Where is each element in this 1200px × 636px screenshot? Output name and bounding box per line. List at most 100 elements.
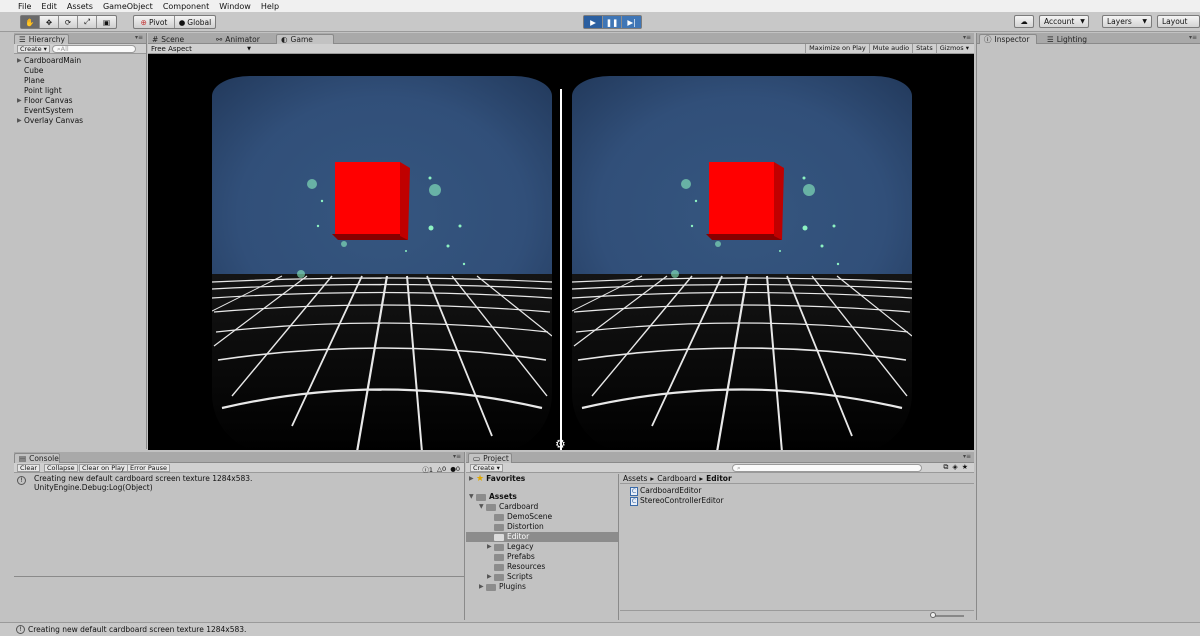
folder-item-plugins[interactable]: ▶ Plugins [466,582,618,592]
favorites-folder[interactable]: ▶ ★ Favorites [466,474,618,484]
folder-item-legacy[interactable]: ▶ Legacy [466,542,618,552]
mute-audio-toggle[interactable]: Mute audio [868,44,912,53]
tab-game[interactable]: ◐ Game [276,34,334,44]
chevron-down-icon: ▼ [247,45,251,52]
menu-bar: File Edit Assets GameObject Component Wi… [0,0,1200,12]
panel-menu-icon[interactable]: ▾≡ [963,453,971,460]
pacman-icon: ◐ [281,35,288,44]
tab-console[interactable]: ▤ Console [14,453,60,463]
expand-arrow-icon[interactable]: ▶ [487,572,492,582]
expand-arrow-icon[interactable]: ▶ [469,474,474,484]
menu-component[interactable]: Component [163,2,209,11]
cloud-button[interactable]: ☁ [1014,15,1034,28]
icon-size-slider[interactable] [934,615,964,617]
clear-button[interactable]: Clear [17,464,40,472]
create-button[interactable]: Create ▾ [470,464,503,472]
menu-file[interactable]: File [18,2,31,11]
rect-tool-icon[interactable]: ▣ [97,16,116,28]
scale-tool-icon[interactable]: ⤢ [78,16,97,28]
hand-tool-icon[interactable]: ✋ [21,16,40,28]
panel-menu-icon[interactable]: ▾≡ [453,453,461,460]
folder-item-prefabs[interactable]: Prefabs [466,552,618,562]
folder-item-demoscene[interactable]: DemoScene [466,512,618,522]
expand-arrow-icon[interactable]: ▶ [479,582,484,592]
folder-item-resources[interactable]: Resources [466,562,618,572]
file-label: StereoControllerEditor [640,496,724,505]
warning-count-toggle[interactable]: △0 [437,465,446,473]
menu-window[interactable]: Window [219,2,251,11]
favorite-star-icon[interactable]: ★ [962,463,968,472]
menu-gameobject[interactable]: GameObject [103,2,153,11]
folder-item-distortion[interactable]: Distortion [466,522,618,532]
hierarchy-item-overlay-canvas[interactable]: ▶ Overlay Canvas [14,116,146,126]
rotate-tool-icon[interactable]: ⟳ [59,16,78,28]
hierarchy-item-floor-canvas[interactable]: ▶ Floor Canvas [14,96,146,106]
global-button[interactable]: ● Global [175,16,215,28]
hierarchy-item-label: Overlay Canvas [24,116,84,125]
slider-handle[interactable] [930,612,936,618]
tab-project[interactable]: ▭ Project [468,453,512,463]
tab-hierarchy[interactable]: ☰ Hierarchy [14,34,69,44]
aspect-dropdown[interactable]: Free Aspect ▼ [151,44,251,53]
collapse-button[interactable]: Collapse [44,464,78,472]
game-viewport[interactable]: ⚙ [148,54,974,450]
left-eye-view [212,76,552,450]
expand-arrow-icon[interactable]: ▼ [469,492,474,502]
pivot-button[interactable]: ⊕ Pivot [134,16,175,28]
expand-arrow-icon[interactable]: ▶ [487,542,492,552]
step-button-icon[interactable]: ▶| [622,16,641,28]
play-button-icon[interactable]: ▶ [584,16,603,28]
account-dropdown[interactable]: Account ▼ [1039,15,1089,28]
tab-scene[interactable]: # Scene [148,34,198,44]
gizmos-dropdown[interactable]: Gizmos ▾ [935,44,972,53]
menu-edit[interactable]: Edit [41,2,57,11]
breadcrumb-assets[interactable]: Assets [623,474,647,483]
filter-type-icon[interactable]: ⧉ [943,463,948,472]
status-message[interactable]: Creating new default cardboard screen te… [28,625,246,634]
assets-folder[interactable]: ▼ Assets [466,492,618,502]
status-bar: ! Creating new default cardboard screen … [0,622,1200,636]
menu-help[interactable]: Help [261,2,279,11]
folder-item-scripts[interactable]: ▶ Scripts [466,572,618,582]
error-pause-button[interactable]: Error Pause [127,464,171,472]
layout-dropdown[interactable]: Layout [1157,15,1200,28]
file-item-stereocontrollereditor[interactable]: C StereoControllerEditor [620,496,974,506]
pause-button-icon[interactable]: ❚❚ [603,16,622,28]
maximize-on-play-toggle[interactable]: Maximize on Play [805,44,869,53]
expand-arrow-icon[interactable]: ▶ [17,116,22,126]
console-log-entry[interactable]: Creating new default cardboard screen te… [34,474,252,492]
expand-arrow-icon[interactable]: ▼ [479,502,484,512]
panel-menu-icon[interactable]: ▾≡ [135,34,143,41]
filter-label-icon[interactable]: ◈ [952,463,957,472]
panel-menu-icon[interactable]: ▾≡ [963,34,971,41]
breadcrumb-editor[interactable]: Editor [706,474,732,483]
hierarchy-search-input[interactable]: ⌕ Αll [52,45,136,53]
panel-menu-icon[interactable]: ▾≡ [1189,34,1197,41]
tab-lighting[interactable]: ☰ Lighting [1043,34,1093,44]
clear-on-play-button[interactable]: Clear on Play [79,464,128,472]
gear-icon[interactable]: ⚙ [555,437,566,450]
move-tool-icon[interactable]: ✥ [40,16,59,28]
menu-assets[interactable]: Assets [67,2,93,11]
hierarchy-item-cardboardmain[interactable]: ▶ CardboardMain [14,56,146,66]
stats-toggle[interactable]: Stats [912,44,936,53]
project-search-input[interactable]: ⌕ [732,464,922,472]
hierarchy-item-eventsystem[interactable]: EventSystem [14,106,146,116]
breadcrumb-cardboard[interactable]: Cardboard [657,474,696,483]
expand-arrow-icon[interactable]: ▶ [17,96,22,106]
tab-inspector[interactable]: ⓘ Inspector [979,34,1037,44]
error-count-toggle[interactable]: ●0 [450,465,460,473]
folder-icon [494,563,504,571]
layers-dropdown[interactable]: Layers ▼ [1102,15,1152,28]
hierarchy-item-plane[interactable]: Plane [14,76,146,86]
folder-label: Distortion [507,522,544,531]
file-item-cardboardeditor[interactable]: C CardboardEditor [620,486,974,496]
hierarchy-item-cube[interactable]: Cube [14,66,146,76]
tab-animator[interactable]: ⚯ Animator [212,34,266,44]
project-panel: ▭ Project ▾≡ Create ▾ ⌕ ⧉ ◈ ★ ▶ ★ Favorites… [466,452,974,620]
folder-item-editor[interactable]: Editor [466,532,618,542]
expand-arrow-icon[interactable]: ▶ [17,56,22,66]
folder-item-cardboard[interactable]: ▼ Cardboard [466,502,618,512]
hierarchy-item-point-light[interactable]: Point light [14,86,146,96]
create-button[interactable]: Create ▾ [17,45,50,53]
